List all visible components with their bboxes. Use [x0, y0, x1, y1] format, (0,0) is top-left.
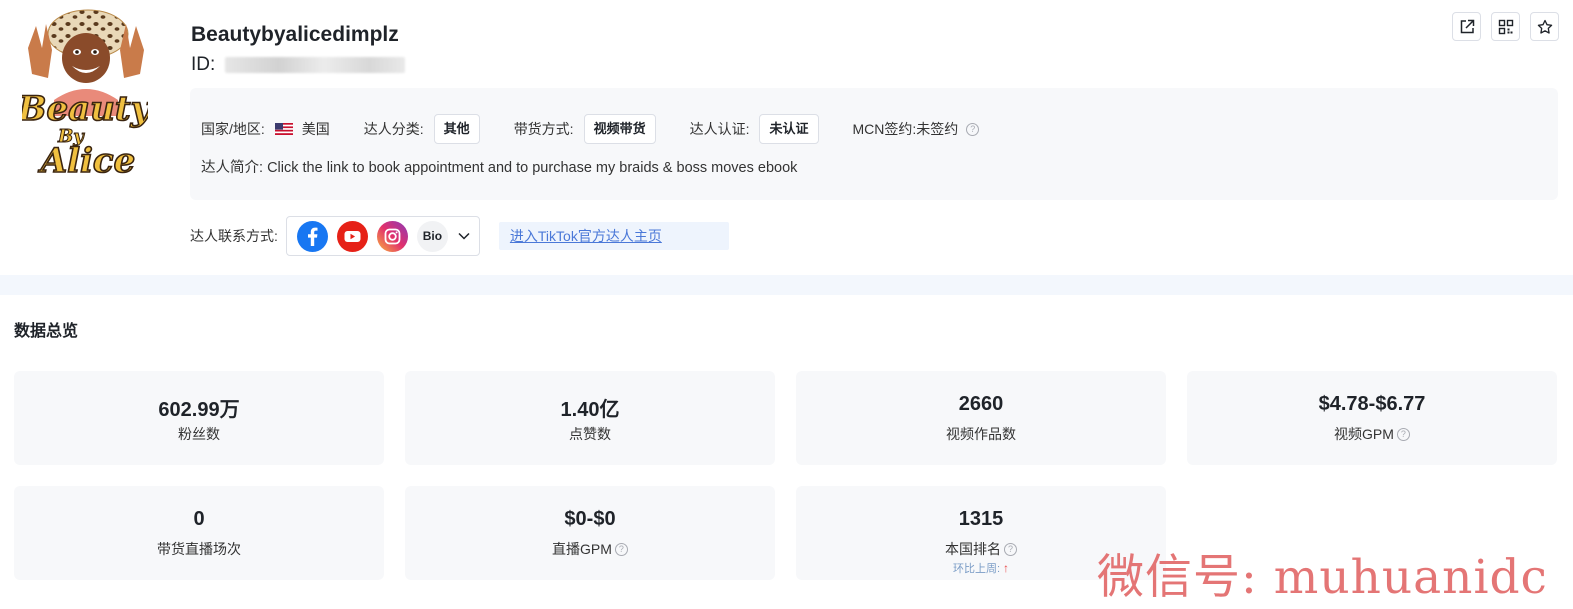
stat-value: 1.40亿 — [560, 399, 620, 421]
rank-help-icon[interactable]: ? — [1004, 542, 1017, 556]
chevron-down-icon[interactable] — [457, 229, 471, 243]
stat-label-text: 视频作品数 — [946, 426, 1016, 442]
stat-label-text: 带货直播场次 — [157, 541, 241, 557]
stat-value: 2660 — [958, 393, 1004, 415]
category-label: 达人分类: — [363, 121, 424, 137]
favorite-button[interactable] — [1530, 12, 1559, 41]
contact-row: 达人联系方式: Bio 进入TikTok官方达人主页 — [190, 216, 729, 256]
mcn-item: MCN签约: 未签约 ? — [853, 119, 980, 139]
qrcode-icon — [1498, 19, 1513, 34]
id-value-redacted — [225, 57, 406, 73]
profile-header: Beauty By Alice Beautybyalicedimplz ID: — [0, 0, 1573, 275]
creator-name: Beautybyalicedimplz — [191, 23, 399, 46]
instagram-icon[interactable] — [376, 220, 408, 252]
stat-value: $0-$0 — [564, 508, 616, 530]
creator-bio: 达人简介: Click the link to book appointment… — [201, 156, 797, 177]
stat-card-video-gpm: $4.78-$6.77 视频GPM ? — [1187, 371, 1557, 465]
stat-value: $4.78-$6.77 — [1318, 393, 1426, 415]
verification-label: 达人认证: — [689, 121, 750, 137]
stat-label: 视频GPM ? — [1187, 424, 1557, 444]
stat-label-text: 视频GPM — [1334, 426, 1394, 442]
us-flag-icon — [274, 123, 293, 135]
overview-title: 数据总览 — [14, 323, 79, 340]
category-tag: 其他 — [433, 114, 480, 144]
arrow-up-icon: ↑ — [1003, 561, 1010, 575]
mcn-label: MCN签约: — [852, 121, 917, 137]
sales-mode-label: 带货方式: — [513, 121, 574, 137]
stat-value: 1315 — [958, 508, 1004, 530]
svg-text:Beauty: Beauty — [22, 89, 148, 129]
stat-label: 视频作品数 — [796, 424, 1166, 444]
section-divider — [0, 275, 1573, 295]
stat-label: 带货直播场次 — [14, 539, 384, 559]
live-gpm-help-icon[interactable]: ? — [614, 542, 628, 556]
watermark: 微信号: muhuanidc — [1097, 550, 1548, 605]
svg-text:Alice: Alice — [38, 141, 136, 180]
stat-card-videos: 2660 视频作品数 — [796, 371, 1166, 465]
stat-label: 粉丝数 — [14, 424, 384, 444]
facebook-icon[interactable] — [296, 220, 328, 252]
country-value: 美国 — [301, 121, 330, 137]
tiktok-profile-link[interactable]: 进入TikTok官方达人主页 — [498, 222, 729, 250]
stat-card-live-sessions: 0 带货直播场次 — [14, 486, 384, 580]
stat-label-text: 直播GPM — [552, 541, 612, 557]
qrcode-button[interactable] — [1491, 12, 1520, 41]
star-icon — [1537, 19, 1552, 34]
bio-label: 达人简介: — [201, 160, 264, 176]
stat-value: 0 — [193, 508, 205, 530]
stat-card-live-gpm: $0-$0 直播GPM ? — [405, 486, 775, 580]
video-gpm-help-icon[interactable]: ? — [1396, 427, 1410, 441]
creator-attributes: 国家/地区: 美国 达人分类: 其他 带货方式: 视频带货 达人认证: 未认证 … — [201, 114, 1013, 144]
stat-label-text: 本国排名 — [945, 541, 1001, 557]
rank-change-label: 环比上周: — [952, 563, 1001, 575]
stat-card-followers: 602.99万 粉丝数 — [14, 371, 384, 465]
sales-mode-item: 带货方式: 视频带货 — [514, 114, 656, 144]
id-label: ID: — [191, 54, 216, 75]
creator-info-box: 国家/地区: 美国 达人分类: 其他 带货方式: 视频带货 达人认证: 未认证 … — [190, 88, 1558, 200]
verification-item: 达人认证: 未认证 — [690, 114, 819, 144]
top-actions — [1452, 12, 1559, 41]
stat-card-likes: 1.40亿 点赞数 — [405, 371, 775, 465]
country-item: 国家/地区: 美国 — [201, 119, 330, 139]
mcn-help-icon[interactable]: ? — [966, 122, 980, 136]
country-label: 国家/地区: — [201, 121, 265, 137]
mcn-value: 未签约 — [916, 121, 959, 137]
youtube-icon[interactable] — [336, 220, 368, 252]
open-external-button[interactable] — [1452, 12, 1481, 41]
category-item: 达人分类: 其他 — [364, 114, 480, 144]
contact-label: 达人联系方式: — [190, 228, 278, 244]
creator-id: ID: — [191, 54, 406, 76]
stat-value: 602.99万 — [158, 399, 240, 421]
external-link-icon — [1460, 19, 1474, 33]
sales-mode-tag: 视频带货 — [583, 114, 656, 144]
stat-label: 点赞数 — [405, 424, 775, 444]
stat-label-text: 粉丝数 — [178, 426, 220, 442]
bio-text: Click the link to book appointment and t… — [267, 160, 798, 176]
stat-label-text: 点赞数 — [569, 426, 611, 442]
avatar: Beauty By Alice — [16, 8, 153, 182]
stat-label: 直播GPM ? — [405, 539, 775, 559]
verification-tag: 未认证 — [759, 114, 819, 144]
bio-link-chip[interactable]: Bio — [416, 220, 448, 252]
contact-box: Bio — [285, 216, 480, 256]
